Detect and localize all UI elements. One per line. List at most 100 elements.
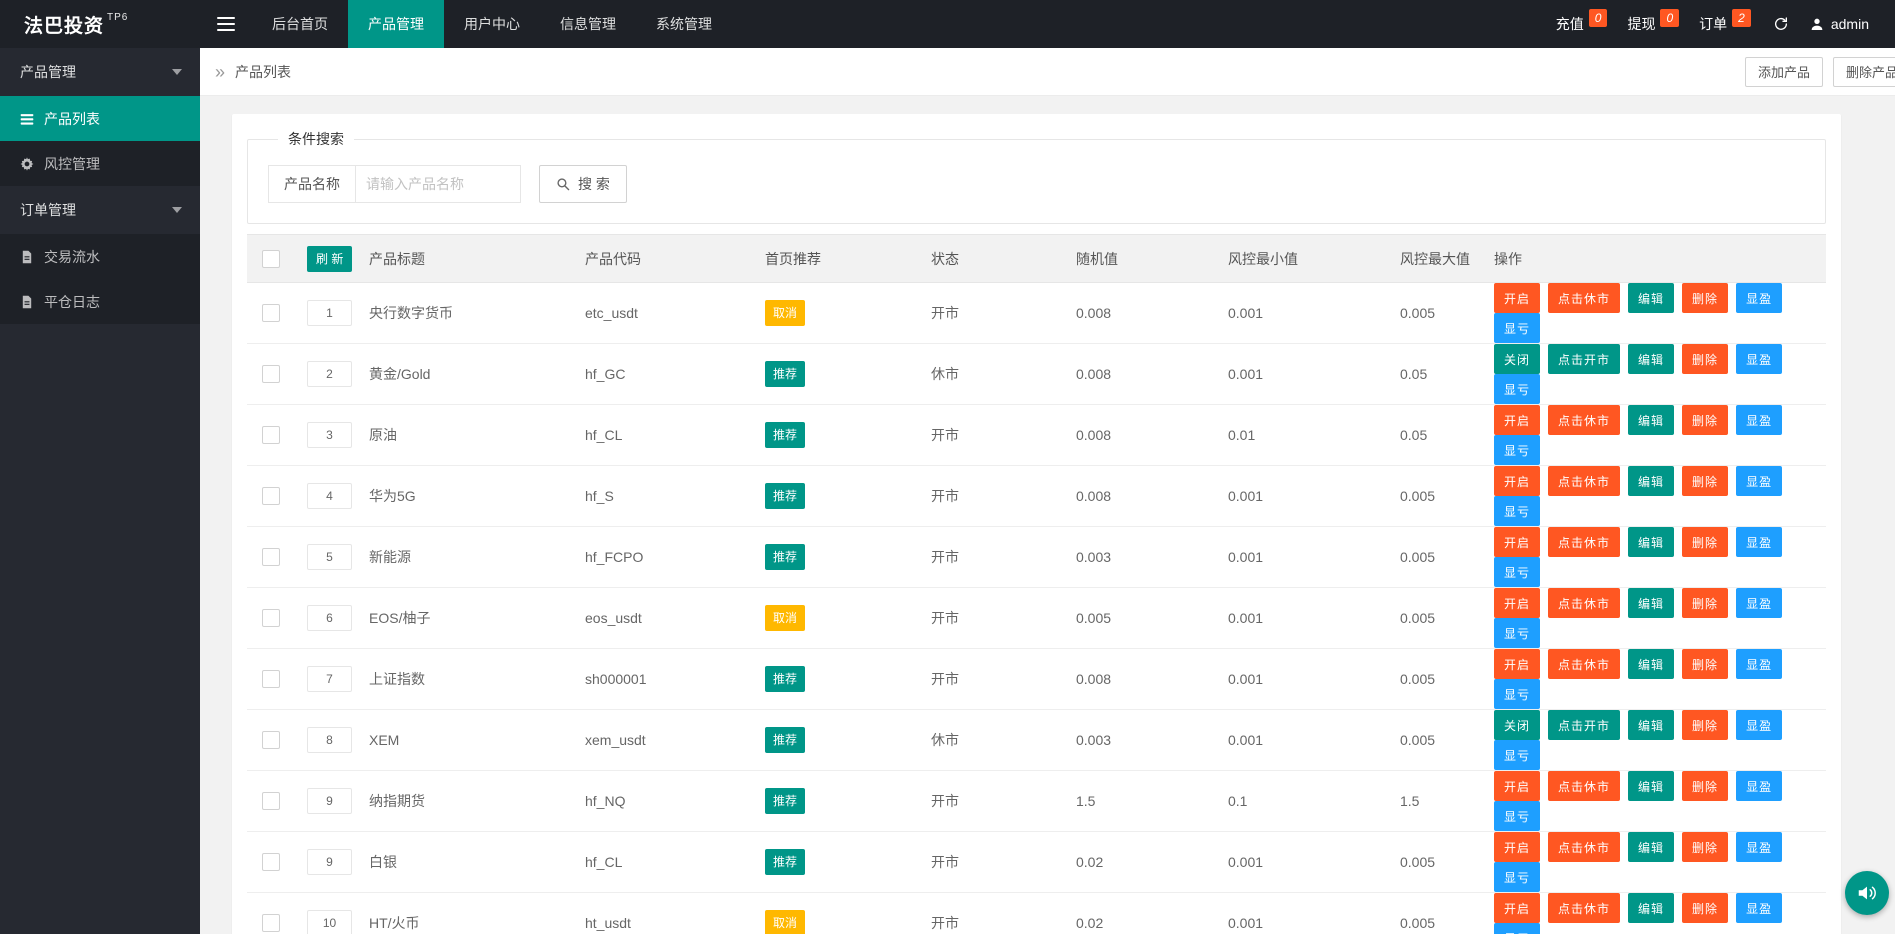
sort-input[interactable]	[307, 727, 352, 753]
sidebar-item-close-log[interactable]: 平仓日志	[0, 279, 200, 324]
show-loss-button[interactable]: 显亏	[1494, 313, 1541, 343]
sort-input[interactable]	[307, 666, 352, 692]
edit-button[interactable]: 编辑	[1628, 832, 1675, 862]
refresh-icon[interactable]	[1761, 16, 1801, 32]
show-loss-button[interactable]: 显亏	[1494, 740, 1541, 770]
delete-button[interactable]: 删除	[1682, 527, 1729, 557]
delete-button[interactable]: 删除	[1682, 405, 1729, 435]
show-profit-button[interactable]: 显盈	[1736, 771, 1783, 801]
user-menu[interactable]: admin	[1801, 16, 1877, 32]
row-checkbox[interactable]	[262, 792, 280, 811]
close-market-button[interactable]: 点击休市	[1548, 405, 1621, 435]
delete-button[interactable]: 删除	[1682, 649, 1729, 679]
show-profit-button[interactable]: 显盈	[1736, 527, 1783, 557]
show-loss-button[interactable]: 显亏	[1494, 374, 1541, 404]
recommend-badge[interactable]: 推荐	[765, 361, 806, 387]
product-name-input[interactable]	[355, 165, 521, 203]
delete-product-button[interactable]: 删除产品	[1832, 56, 1895, 87]
enable-button[interactable]: 开启	[1494, 283, 1541, 313]
enable-button[interactable]: 开启	[1494, 649, 1541, 679]
recommend-badge[interactable]: 推荐	[765, 666, 806, 692]
delete-button[interactable]: 删除	[1682, 832, 1729, 862]
nav-item-info-management[interactable]: 信息管理	[540, 0, 636, 48]
row-checkbox[interactable]	[262, 731, 280, 750]
edit-button[interactable]: 编辑	[1628, 893, 1675, 923]
disable-button[interactable]: 关闭	[1494, 710, 1541, 740]
sort-input[interactable]	[307, 605, 352, 631]
sidebar-item-trade-flow[interactable]: 交易流水	[0, 234, 200, 279]
recharge-link[interactable]: 充值 0	[1546, 9, 1618, 34]
sound-fab[interactable]	[1845, 871, 1889, 915]
row-checkbox[interactable]	[262, 304, 280, 323]
sidebar-item-risk-management[interactable]: 风控管理	[0, 141, 200, 186]
row-checkbox[interactable]	[262, 670, 280, 689]
enable-button[interactable]: 开启	[1494, 893, 1541, 923]
nav-item-system-management[interactable]: 系统管理	[636, 0, 732, 48]
cancel-recommend-badge[interactable]: 取消	[765, 605, 806, 631]
row-checkbox[interactable]	[262, 365, 280, 384]
cancel-recommend-badge[interactable]: 取消	[765, 300, 806, 326]
enable-button[interactable]: 开启	[1494, 466, 1541, 496]
sort-input[interactable]	[307, 849, 352, 875]
edit-button[interactable]: 编辑	[1628, 405, 1675, 435]
close-market-button[interactable]: 点击休市	[1548, 588, 1621, 618]
open-market-button[interactable]: 点击开市	[1548, 710, 1621, 740]
row-checkbox[interactable]	[262, 853, 280, 872]
row-checkbox[interactable]	[262, 914, 280, 933]
row-checkbox[interactable]	[262, 426, 280, 445]
enable-button[interactable]: 开启	[1494, 527, 1541, 557]
close-market-button[interactable]: 点击休市	[1548, 832, 1621, 862]
row-checkbox[interactable]	[262, 609, 280, 628]
nav-item-dashboard[interactable]: 后台首页	[252, 0, 348, 48]
close-market-button[interactable]: 点击休市	[1548, 466, 1621, 496]
orders-link[interactable]: 订单 2	[1689, 9, 1761, 34]
recommend-badge[interactable]: 推荐	[765, 727, 806, 753]
show-profit-button[interactable]: 显盈	[1736, 405, 1783, 435]
refresh-button[interactable]: 刷 新	[307, 245, 353, 272]
open-market-button[interactable]: 点击开市	[1548, 344, 1621, 374]
edit-button[interactable]: 编辑	[1628, 588, 1675, 618]
delete-button[interactable]: 删除	[1682, 283, 1729, 313]
row-checkbox[interactable]	[262, 548, 280, 567]
edit-button[interactable]: 编辑	[1628, 649, 1675, 679]
show-loss-button[interactable]: 显亏	[1494, 496, 1541, 526]
delete-button[interactable]: 删除	[1682, 771, 1729, 801]
sort-input[interactable]	[307, 910, 352, 934]
close-market-button[interactable]: 点击休市	[1548, 649, 1621, 679]
sort-input[interactable]	[307, 300, 352, 326]
show-loss-button[interactable]: 显亏	[1494, 618, 1541, 648]
edit-button[interactable]: 编辑	[1628, 771, 1675, 801]
edit-button[interactable]: 编辑	[1628, 710, 1675, 740]
recommend-badge[interactable]: 推荐	[765, 788, 806, 814]
show-loss-button[interactable]: 显亏	[1494, 679, 1541, 709]
show-loss-button[interactable]: 显亏	[1494, 435, 1541, 465]
sort-input[interactable]	[307, 422, 352, 448]
show-profit-button[interactable]: 显盈	[1736, 283, 1783, 313]
disable-button[interactable]: 关闭	[1494, 344, 1541, 374]
delete-button[interactable]: 删除	[1682, 344, 1729, 374]
recommend-badge[interactable]: 推荐	[765, 422, 806, 448]
show-profit-button[interactable]: 显盈	[1736, 344, 1783, 374]
show-loss-button[interactable]: 显亏	[1494, 923, 1541, 934]
sort-input[interactable]	[307, 788, 352, 814]
sort-input[interactable]	[307, 361, 352, 387]
edit-button[interactable]: 编辑	[1628, 283, 1675, 313]
show-profit-button[interactable]: 显盈	[1736, 588, 1783, 618]
show-profit-button[interactable]: 显盈	[1736, 649, 1783, 679]
sidebar-group-product-management[interactable]: 产品管理	[0, 48, 200, 96]
show-loss-button[interactable]: 显亏	[1494, 862, 1541, 892]
recommend-badge[interactable]: 推荐	[765, 483, 806, 509]
show-profit-button[interactable]: 显盈	[1736, 466, 1783, 496]
show-loss-button[interactable]: 显亏	[1494, 557, 1541, 587]
show-profit-button[interactable]: 显盈	[1736, 893, 1783, 923]
add-product-button[interactable]: 添加产品	[1744, 56, 1823, 87]
edit-button[interactable]: 编辑	[1628, 466, 1675, 496]
close-market-button[interactable]: 点击休市	[1548, 283, 1621, 313]
cancel-recommend-badge[interactable]: 取消	[765, 910, 806, 934]
nav-item-user-center[interactable]: 用户中心	[444, 0, 540, 48]
select-all-checkbox[interactable]	[262, 249, 280, 268]
enable-button[interactable]: 开启	[1494, 771, 1541, 801]
row-checkbox[interactable]	[262, 487, 280, 506]
recommend-badge[interactable]: 推荐	[765, 544, 806, 570]
enable-button[interactable]: 开启	[1494, 832, 1541, 862]
